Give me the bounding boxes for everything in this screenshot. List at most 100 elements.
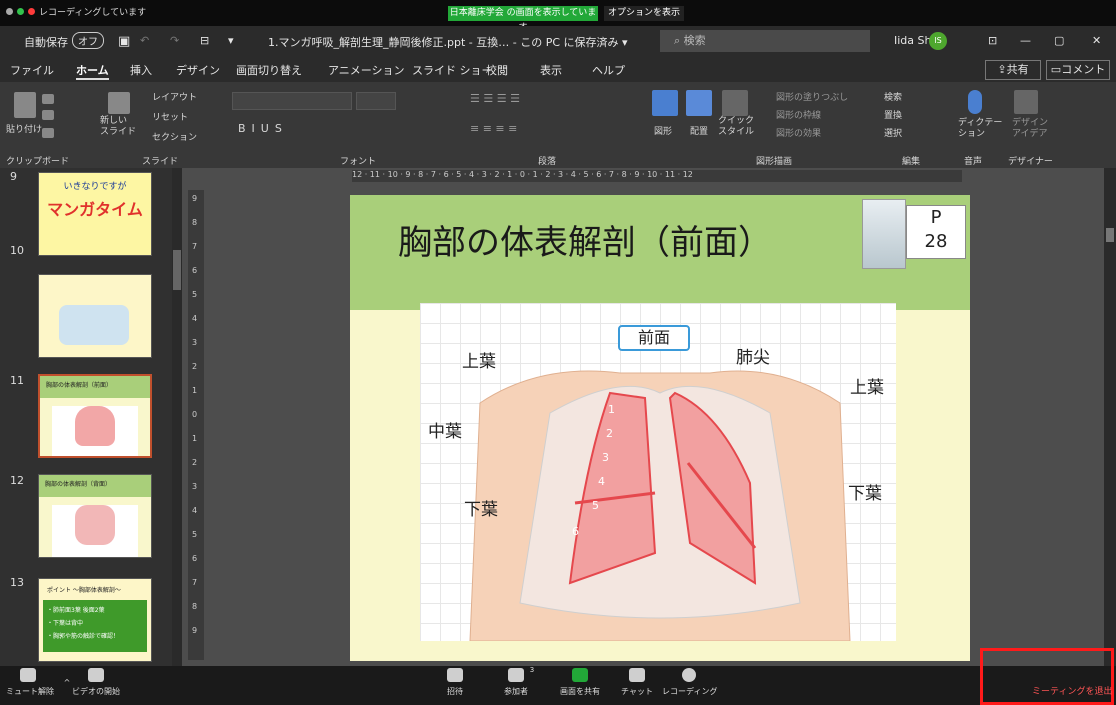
find-button[interactable]: 検索 (884, 90, 902, 103)
copy-icon[interactable] (42, 110, 54, 120)
ruler-tick: 8 (192, 218, 198, 227)
reset-button[interactable]: リセット (152, 110, 188, 123)
font-format-buttons[interactable]: BIUS (238, 122, 288, 135)
shapes-icon[interactable] (652, 90, 678, 116)
tab-design[interactable]: デザイン (176, 62, 220, 78)
view-options-button[interactable]: オプションを表示 ⌄ (604, 6, 684, 33)
mute-button[interactable]: ミュート解除 (6, 668, 54, 697)
record-button[interactable]: レコーディング (662, 668, 717, 697)
slide-canvas[interactable]: 胸部の体表解剖（前面） P 28 前面 上葉 肺尖 上葉 中葉 下葉 下葉 1 (350, 195, 970, 661)
record-dot-icon (28, 8, 35, 15)
tab-view[interactable]: 表示 (540, 62, 562, 78)
slide-thumbnail-12[interactable]: 胸部の体表解剖（背面） (38, 474, 152, 558)
align-buttons[interactable]: ≡ ≡ ≡ ≡ (470, 122, 517, 135)
save-icon[interactable]: ▣ (118, 34, 130, 49)
select-button[interactable]: 選択 (884, 126, 902, 139)
tab-transitions[interactable]: 画面切り替え (236, 62, 302, 78)
ruler-tick: 9 (192, 194, 198, 203)
quick-style-icon[interactable] (722, 90, 748, 116)
label-lower-lobe-left: 下葉 (464, 500, 498, 520)
layout-button[interactable]: レイアウト (152, 90, 197, 103)
ruler-tick: 8 (192, 602, 198, 611)
thumb-text: ポイント ～胸部体表解剖～ (47, 587, 121, 594)
ruler-tick: 6 (192, 266, 198, 275)
horizontal-ruler: 12 · 11 · 10 · 9 · 8 · 7 · 6 · 5 · 4 · 3… (352, 170, 962, 182)
design-ideas-label[interactable]: デザイン アイデア (1012, 118, 1048, 140)
paste-icon[interactable] (14, 92, 36, 118)
group-clipboard: クリップボード (6, 157, 70, 167)
chat-label: チャット (621, 687, 653, 696)
undo-icon[interactable]: ↶ (140, 34, 149, 47)
slide-title[interactable]: 胸部の体表解剖（前面） (398, 215, 772, 264)
search-placeholder: 検索 (683, 34, 706, 47)
tab-slideshow[interactable]: スライド ショー (412, 62, 493, 78)
customize-qat-icon[interactable]: ▾ (228, 34, 234, 47)
tab-help[interactable]: ヘルプ (592, 62, 625, 78)
start-video-button[interactable]: ビデオの開始 (68, 668, 124, 697)
font-size-select[interactable] (356, 92, 396, 110)
format-painter-icon[interactable] (42, 128, 54, 138)
autosave-toggle[interactable]: オフ (72, 32, 104, 49)
tab-animations[interactable]: アニメーション (328, 62, 405, 78)
ruler-tick: 7 (192, 242, 198, 251)
lung-figure[interactable]: 前面 上葉 肺尖 上葉 中葉 下葉 下葉 1 2 3 4 5 6 (420, 303, 896, 641)
shapes-label[interactable]: 図形 (654, 124, 672, 137)
tab-home[interactable]: ホーム (76, 62, 109, 80)
maximize-icon[interactable]: ▢ (1054, 34, 1064, 47)
shape-effect-button[interactable]: 図形の効果 (776, 126, 821, 139)
document-title[interactable]: 1.マンガ呼吸_解剖生理_静岡後修正.ppt - 互換… - この PC に保存… (268, 34, 628, 50)
tab-file[interactable]: ファイル (10, 62, 54, 78)
ruler-tick: 5 (192, 530, 198, 539)
microphone-icon[interactable] (968, 90, 982, 114)
thumb-text: ・下葉は背中 (47, 620, 84, 627)
arrange-label[interactable]: 配置 (690, 124, 708, 137)
editor-scrollbar[interactable] (1104, 168, 1116, 666)
share-button[interactable]: ⇪共有 (985, 60, 1041, 80)
close-icon[interactable]: ✕ (1092, 34, 1101, 47)
group-paragraph: 段落 (538, 157, 557, 167)
cut-icon[interactable] (42, 94, 54, 104)
quick-style-label[interactable]: クイック スタイル (718, 116, 754, 138)
design-ideas-icon[interactable] (1014, 90, 1038, 114)
ribcage-shape (519, 385, 801, 619)
leave-meeting-button[interactable]: ミーティングを退出 (1032, 684, 1112, 697)
tab-insert[interactable]: 挿入 (130, 62, 152, 78)
slide-thumbnail-9[interactable]: いきなりですが マンガタイム (38, 172, 152, 256)
new-slide-label[interactable]: 新しい スライド (100, 116, 136, 138)
ruler-tick: 5 (192, 290, 198, 299)
scroll-thumb[interactable] (173, 250, 181, 290)
label-apex: 肺尖 (736, 348, 770, 368)
avatar[interactable]: IS (929, 32, 947, 50)
shape-outline-button[interactable]: 図形の枠線 (776, 108, 821, 121)
share-screen-button[interactable]: 画面を共有 (556, 668, 604, 697)
replace-button[interactable]: 置換 (884, 108, 902, 121)
scroll-thumb[interactable] (1106, 228, 1114, 242)
slide-thumbnail-11[interactable]: 胸部の体表解剖（前面） (38, 374, 152, 458)
group-designer: デザイナー (1008, 157, 1053, 167)
list-buttons[interactable]: ☰ ☰ ☰ ☰ (470, 92, 520, 105)
comment-button[interactable]: ▭コメント (1046, 60, 1110, 80)
slide-number: 12 (10, 474, 24, 487)
ruler-tick: 1 (192, 386, 198, 395)
present-icon[interactable]: ⊟ (200, 34, 209, 47)
minimize-icon[interactable]: — (1020, 34, 1031, 47)
new-slide-icon[interactable] (108, 92, 130, 114)
participants-count: 3 (529, 666, 535, 674)
search-input[interactable]: ⌕ 検索 (660, 30, 870, 52)
thumbnails-scrollbar[interactable] (172, 168, 182, 666)
group-editing: 編集 (902, 157, 921, 167)
slide-thumbnail-13[interactable]: ポイント ～胸部体表解剖～ ・肺前面3葉 後面2葉 ・下葉は背中 ・胸郭や筋の触… (38, 578, 152, 662)
section-button[interactable]: セクション (152, 130, 197, 143)
tab-review[interactable]: 校閲 (486, 62, 508, 78)
page-reference-box[interactable]: P 28 (906, 205, 966, 259)
chat-button[interactable]: チャット (620, 668, 654, 697)
slide-thumbnail-10[interactable] (38, 274, 152, 358)
shape-fill-button[interactable]: 図形の塗りつぶし (776, 90, 848, 103)
ribbon-display-icon[interactable]: ⊡ (988, 34, 997, 47)
arrange-icon[interactable] (686, 90, 712, 116)
font-name-select[interactable] (232, 92, 352, 110)
dictate-label[interactable]: ディクテー ション (958, 118, 1002, 140)
app-window: レコーディングしています 日本離床学会 の画面を表示しています オプションを表示… (0, 0, 1116, 705)
redo-icon[interactable]: ↷ (170, 34, 179, 47)
invite-button[interactable]: 招待 (440, 668, 470, 697)
